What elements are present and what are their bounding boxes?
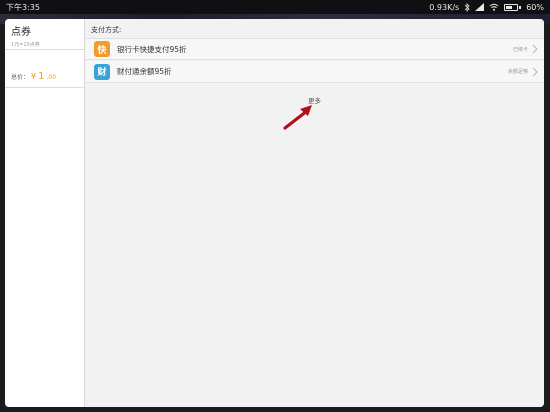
payment-method-bank-card[interactable]: 快 银行卡快捷支付95折 已绑卡: [85, 38, 544, 60]
payment-method-label: 银行卡快捷支付95折: [117, 44, 187, 54]
payment-method-tenpay[interactable]: 财 财付通余额95折 余额足够: [85, 61, 544, 83]
battery-icon: [504, 2, 522, 12]
total-amount: 1: [38, 71, 45, 82]
wifi-icon: [489, 2, 499, 12]
total-label: 总价：: [11, 74, 30, 81]
total-amount-decimal: .00: [46, 74, 57, 81]
bluetooth-icon: [464, 2, 470, 12]
payment-methods-panel: 支付方式: 快 银行卡快捷支付95折 已绑卡 财 财付通余额95折 余额足够 更…: [85, 19, 544, 407]
network-speed: 0.93K/s: [429, 2, 460, 12]
payment-method-status: 已绑卡: [512, 46, 528, 53]
status-bar: 下午3:35 0.93K/s 60%: [0, 0, 550, 14]
payment-sheet: 点券 1元=10点券 总价： ¥ 1 .00 支付方式: 快 银行卡快捷支付95…: [5, 19, 544, 407]
bank-card-quickpay-icon: 快: [94, 41, 110, 57]
chevron-right-icon: [532, 44, 538, 54]
summary-divider: [5, 49, 84, 50]
exchange-rate-text: 1元=10点券: [11, 42, 40, 48]
total-currency: ¥: [31, 72, 37, 81]
tenpay-balance-icon: 财: [94, 63, 110, 80]
summary-divider-bottom: [5, 87, 84, 88]
status-right-group: 0.93K/s 60%: [429, 2, 544, 12]
payment-method-status: 余额足够: [507, 69, 528, 75]
payment-section-title: 支付方式:: [91, 26, 122, 34]
battery-percent: 60%: [526, 2, 544, 12]
signal-icon: [475, 2, 485, 12]
payment-method-label: 财付通余额95折: [117, 67, 172, 76]
order-summary-panel: 点券 1元=10点券 总价： ¥ 1 .00: [5, 19, 85, 407]
product-title: 点券: [11, 27, 31, 38]
status-time: 下午3:35: [6, 2, 40, 12]
chevron-right-icon: [532, 67, 538, 77]
annotation-arrow-icon: [283, 105, 312, 130]
total-price: 总价： ¥ 1 .00: [11, 71, 56, 82]
